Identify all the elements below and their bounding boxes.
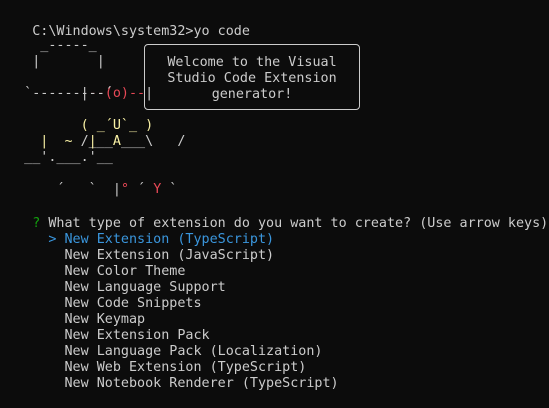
art-row-9: ´ ` |° ´ Y `: [0, 166, 177, 197]
welcome-speech-bubble: Welcome to the Visual Studio Code Extens…: [144, 44, 360, 110]
question-hint: (Use arrow keys): [411, 216, 549, 231]
menu-item[interactable]: New Code Snippets: [0, 280, 202, 311]
menu-item[interactable]: New Web Extension (TypeScript): [0, 344, 307, 375]
prompt-path: C:\Windows\system32>: [32, 24, 194, 39]
art-row-3: |--(o)--|: [0, 70, 154, 101]
art-row-2: | |: [0, 54, 105, 69]
menu-item[interactable]: New Extension (JavaScript): [0, 232, 275, 263]
art-row-8: __'.___.'__: [0, 150, 113, 165]
art-row-5: ( _´U`_ ): [0, 102, 154, 133]
art-row-4: `---------´: [0, 86, 113, 101]
terminal-window[interactable]: C:\Windows\system32>yo code _-----_ | | …: [0, 0, 549, 402]
welcome-line-2: Studio Code Extension: [167, 71, 337, 86]
art-row-9-left: ´ ` |: [48, 182, 121, 197]
menu-item[interactable]: New Extension Pack: [0, 312, 210, 343]
art-row-9-mid: °: [120, 182, 129, 197]
art-row-9-end: `: [161, 182, 178, 197]
menu-item[interactable]: New Language Pack (Localization): [0, 328, 323, 359]
prompt-question: ? What type of extension do you want to …: [0, 200, 548, 231]
art-row-6: /___A___\ /: [0, 118, 186, 149]
welcome-line-1: Welcome to the Visual: [167, 55, 337, 70]
art-row-1: _-----_: [0, 38, 97, 53]
menu-item[interactable]: New Language Support: [0, 264, 226, 295]
art-row-7: | ~ |: [0, 134, 97, 149]
command-prompt-line: C:\Windows\system32>yo code: [0, 8, 250, 39]
art-logo-a: A: [112, 134, 121, 149]
menu-item[interactable]: New Notebook Renderer (TypeScript): [0, 360, 339, 391]
welcome-line-3: generator!: [211, 87, 293, 102]
art-row-9-right: ´: [129, 182, 154, 197]
art-row-6-right: ___\ /: [120, 134, 186, 149]
menu-item[interactable]: New Color Theme: [0, 248, 186, 279]
menu-item-selected[interactable]: > New Extension (TypeScript): [0, 216, 274, 247]
menu-item-label: New Notebook Renderer (TypeScript): [64, 376, 339, 391]
typed-command: yo code: [193, 24, 250, 39]
menu-item[interactable]: New Keymap: [0, 296, 146, 327]
